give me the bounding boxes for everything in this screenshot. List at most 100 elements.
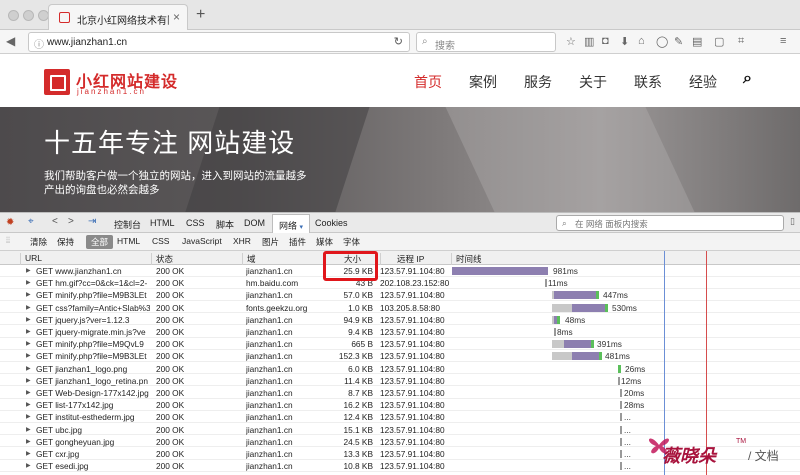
request-url: GET hm.gif?cc=0&ck=1&cl=2- <box>36 278 148 289</box>
network-request-row[interactable]: ▶ GET list-177x142.jpg 200 OK jianzhan1.cn 1… <box>0 399 800 411</box>
network-request-row[interactable]: ▶ GET jquery-migrate.min.js?ve 200 OK jianz… <box>0 326 800 338</box>
expand-row-icon[interactable]: ▶ <box>26 426 31 433</box>
expand-row-icon[interactable]: ▶ <box>26 462 31 469</box>
expand-row-icon[interactable]: ▶ <box>26 279 31 286</box>
expand-row-icon[interactable]: ▶ <box>26 389 31 396</box>
request-status: 200 OK <box>156 412 185 423</box>
devtools-tab-html[interactable]: HTML <box>150 218 175 228</box>
expand-row-icon[interactable]: ▶ <box>26 328 31 335</box>
filter-media[interactable]: 媒体 <box>316 236 333 248</box>
screenshot-icon[interactable]: ▢ <box>714 35 724 48</box>
menu-experience[interactable]: 经验 <box>689 72 717 92</box>
network-request-row[interactable]: ▶ GET minify.php?file=M9B3LEt 200 OK jianzh… <box>0 289 800 301</box>
expand-row-icon[interactable]: ▶ <box>26 267 31 274</box>
network-request-row[interactable]: ▶ GET hm.gif?cc=0&ck=1&cl=2- 200 OK hm.baid… <box>0 277 800 289</box>
menu-cases[interactable]: 案例 <box>469 72 497 92</box>
expand-row-icon[interactable]: ▶ <box>26 377 31 384</box>
browser-tab[interactable]: 北京小红网络技术有限公司-... × <box>48 4 188 30</box>
devtools-tab-dom[interactable]: DOM <box>244 218 265 228</box>
column-timeline[interactable]: 时间线 <box>451 253 800 265</box>
expand-row-icon[interactable]: ▶ <box>26 291 31 298</box>
pocket-icon[interactable]: ◘ <box>602 35 609 47</box>
filter-clear[interactable]: 清除 <box>30 236 47 248</box>
command-line-icon[interactable]: ⇥ <box>88 216 96 227</box>
close-tab-icon[interactable]: × <box>173 10 180 24</box>
menu-icon[interactable]: ≡ <box>780 35 786 47</box>
expand-row-icon[interactable]: ▶ <box>26 401 31 408</box>
filter-fonts[interactable]: 字体 <box>343 236 360 248</box>
devtools-menu-icon[interactable]: ▯ <box>790 216 795 227</box>
filter-images[interactable]: 图片 <box>262 236 279 248</box>
request-time: 447ms <box>603 290 628 301</box>
expand-row-icon[interactable]: ▶ <box>26 340 31 347</box>
network-request-row[interactable]: ▶ GET www.jianzhan1.cn 200 OK jianzhan1.cn 2… <box>0 265 800 277</box>
panel-icon[interactable]: ⦙⦙ <box>6 235 10 246</box>
filter-html[interactable]: HTML <box>117 236 140 246</box>
timeline-tick <box>620 425 622 434</box>
reload-icon[interactable]: ↻ <box>394 35 403 48</box>
menu-contact[interactable]: 联系 <box>634 72 662 92</box>
network-request-row[interactable]: ▶ GET minify.php?file=M9B3LEt 200 OK jianzh… <box>0 350 800 362</box>
filter-css[interactable]: CSS <box>152 236 169 246</box>
back-icon[interactable]: ◀ <box>6 34 15 48</box>
devtools-tab-console[interactable]: 控制台 <box>114 218 141 231</box>
expand-row-icon[interactable]: ▶ <box>26 450 31 457</box>
inspect-icon[interactable]: ⌖ <box>28 216 34 227</box>
devtools-tab-network[interactable]: 网络 ▾ <box>272 214 311 233</box>
network-request-row[interactable]: ▶ GET institut-esthederm.jpg 200 OK jianzha… <box>0 411 800 423</box>
expand-row-icon[interactable]: ▶ <box>26 304 31 311</box>
devtools-search-input[interactable]: ⌕ 在 网络 面板内搜索 <box>556 215 784 231</box>
network-request-row[interactable]: ▶ GET jquery.js?ver=1.12.3 200 OK jianzhan1… <box>0 314 800 326</box>
network-request-row[interactable]: ▶ GET jianzhan1_logo_retina.pn 200 OK jianz… <box>0 375 800 387</box>
download-icon[interactable]: ⬇ <box>620 35 629 48</box>
timeline-tick <box>618 376 620 385</box>
network-filter-bar: ⦙⦙ 清除 保持 全部 HTML CSS JavaScript XHR 图片 插… <box>0 233 800 251</box>
firebug-icon[interactable]: ✹ <box>6 217 14 228</box>
filter-plugins[interactable]: 插件 <box>289 236 306 248</box>
expand-row-icon[interactable]: ▶ <box>26 413 31 420</box>
filter-all[interactable]: 全部 <box>86 235 114 249</box>
menu-home[interactable]: 首页 <box>414 72 442 92</box>
star-icon[interactable]: ☆ <box>566 35 576 48</box>
logo-icon[interactable] <box>44 69 70 95</box>
new-tab-icon[interactable]: + <box>196 6 205 24</box>
column-url[interactable]: URL <box>20 253 150 265</box>
extension-icon[interactable]: ✎ <box>674 35 683 48</box>
filter-xhr[interactable]: XHR <box>233 236 251 246</box>
window-close-button[interactable] <box>8 10 19 21</box>
request-url: GET jquery.js?ver=1.12.3 <box>36 314 130 325</box>
chat-icon[interactable]: ◯ <box>656 35 668 48</box>
library-icon[interactable]: ▥ <box>584 35 594 48</box>
column-domain[interactable]: 域 <box>242 253 322 265</box>
column-status[interactable]: 状态 <box>151 253 241 265</box>
request-domain: jianzhan1.cn <box>246 351 293 362</box>
menu-services[interactable]: 服务 <box>524 72 552 92</box>
request-time: 981ms <box>553 266 578 276</box>
site-search-icon[interactable]: ⌕ <box>743 70 752 88</box>
filter-javascript[interactable]: JavaScript <box>182 236 222 246</box>
expand-row-icon[interactable]: ▶ <box>26 352 31 359</box>
menu-about[interactable]: 关于 <box>579 72 607 92</box>
crop-icon[interactable]: ⌗ <box>738 35 744 48</box>
timeline-tick <box>620 389 622 397</box>
expand-row-icon[interactable]: ▶ <box>26 316 31 323</box>
devtools-tab-css[interactable]: CSS <box>186 218 205 228</box>
network-request-row[interactable]: ▶ GET jianzhan1_logo.png 200 OK jianzhan1.c… <box>0 363 800 375</box>
filter-persist[interactable]: 保持 <box>57 236 74 248</box>
window-minimize-button[interactable] <box>23 10 34 21</box>
home-icon[interactable]: ⌂ <box>638 35 645 47</box>
expand-row-icon[interactable]: ▶ <box>26 438 31 445</box>
column-remote-ip[interactable]: 远程 IP <box>380 253 450 265</box>
url-bar[interactable]: ⓘ www.jianzhan1.cn ↻ <box>28 32 410 52</box>
network-request-row[interactable]: ▶ GET Web-Design-177x142.jpg 200 OK jianzha… <box>0 387 800 399</box>
addon-icon[interactable]: ▤ <box>692 35 702 48</box>
network-request-row[interactable]: ▶ GET css?family=Antic+Slab%3 200 OK fonts.… <box>0 302 800 314</box>
network-request-row[interactable]: ▶ GET minify.php?file=M9QvL9 200 OK jianzha… <box>0 338 800 350</box>
request-remote-ip: 123.57.91.104:80 <box>380 412 445 423</box>
next-icon[interactable]: > <box>68 216 74 227</box>
prev-icon[interactable]: < <box>52 216 58 227</box>
browser-search-input[interactable]: ⌕ 搜索 <box>416 32 556 52</box>
devtools-tab-script[interactable]: 脚本 <box>216 218 234 231</box>
devtools-tab-cookies[interactable]: Cookies <box>315 218 348 228</box>
expand-row-icon[interactable]: ▶ <box>26 365 31 372</box>
